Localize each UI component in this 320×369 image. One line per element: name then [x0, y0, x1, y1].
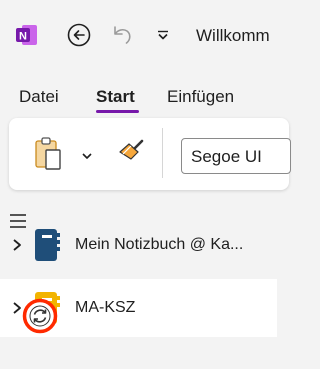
paste-button[interactable] — [34, 137, 64, 171]
tab-einfuegen[interactable]: Einfügen — [167, 86, 234, 112]
undo-icon — [114, 26, 131, 44]
quick-access-dropdown[interactable] — [156, 28, 170, 42]
onenote-logo-icon: N — [16, 24, 38, 46]
chevron-down-icon — [158, 30, 168, 40]
back-arrow-icon — [67, 23, 91, 47]
tab-start[interactable]: Start — [96, 86, 135, 112]
format-painter-icon — [119, 139, 144, 160]
ribbon-divider — [162, 128, 163, 178]
tab-start-indicator — [96, 110, 139, 113]
sync-icon — [22, 298, 58, 334]
notebook-label: Mein Notizbuch @ Ka... — [75, 236, 244, 253]
paste-options-dropdown[interactable] — [81, 148, 93, 159]
format-painter-button[interactable] — [117, 138, 145, 166]
sync-status-button[interactable] — [22, 298, 58, 334]
font-name-select[interactable]: Segoe UI — [181, 138, 291, 174]
window-title: Willkomm — [196, 26, 270, 45]
back-button[interactable] — [67, 23, 91, 47]
tab-datei[interactable]: Datei — [19, 86, 59, 112]
undo-button[interactable] — [109, 23, 135, 49]
chevron-right-icon[interactable] — [12, 238, 22, 252]
notebook-item-mein-notizbuch[interactable]: Mein Notizbuch @ Ka... — [0, 216, 277, 274]
clipboard-paste-icon — [35, 137, 61, 170]
svg-text:N: N — [19, 31, 27, 43]
notebook-icon — [33, 228, 61, 262]
chevron-down-icon — [82, 153, 92, 159]
notebook-label: MA-KSZ — [75, 299, 136, 316]
chevron-right-icon[interactable] — [12, 301, 22, 315]
font-name-value: Segoe UI — [191, 147, 262, 166]
